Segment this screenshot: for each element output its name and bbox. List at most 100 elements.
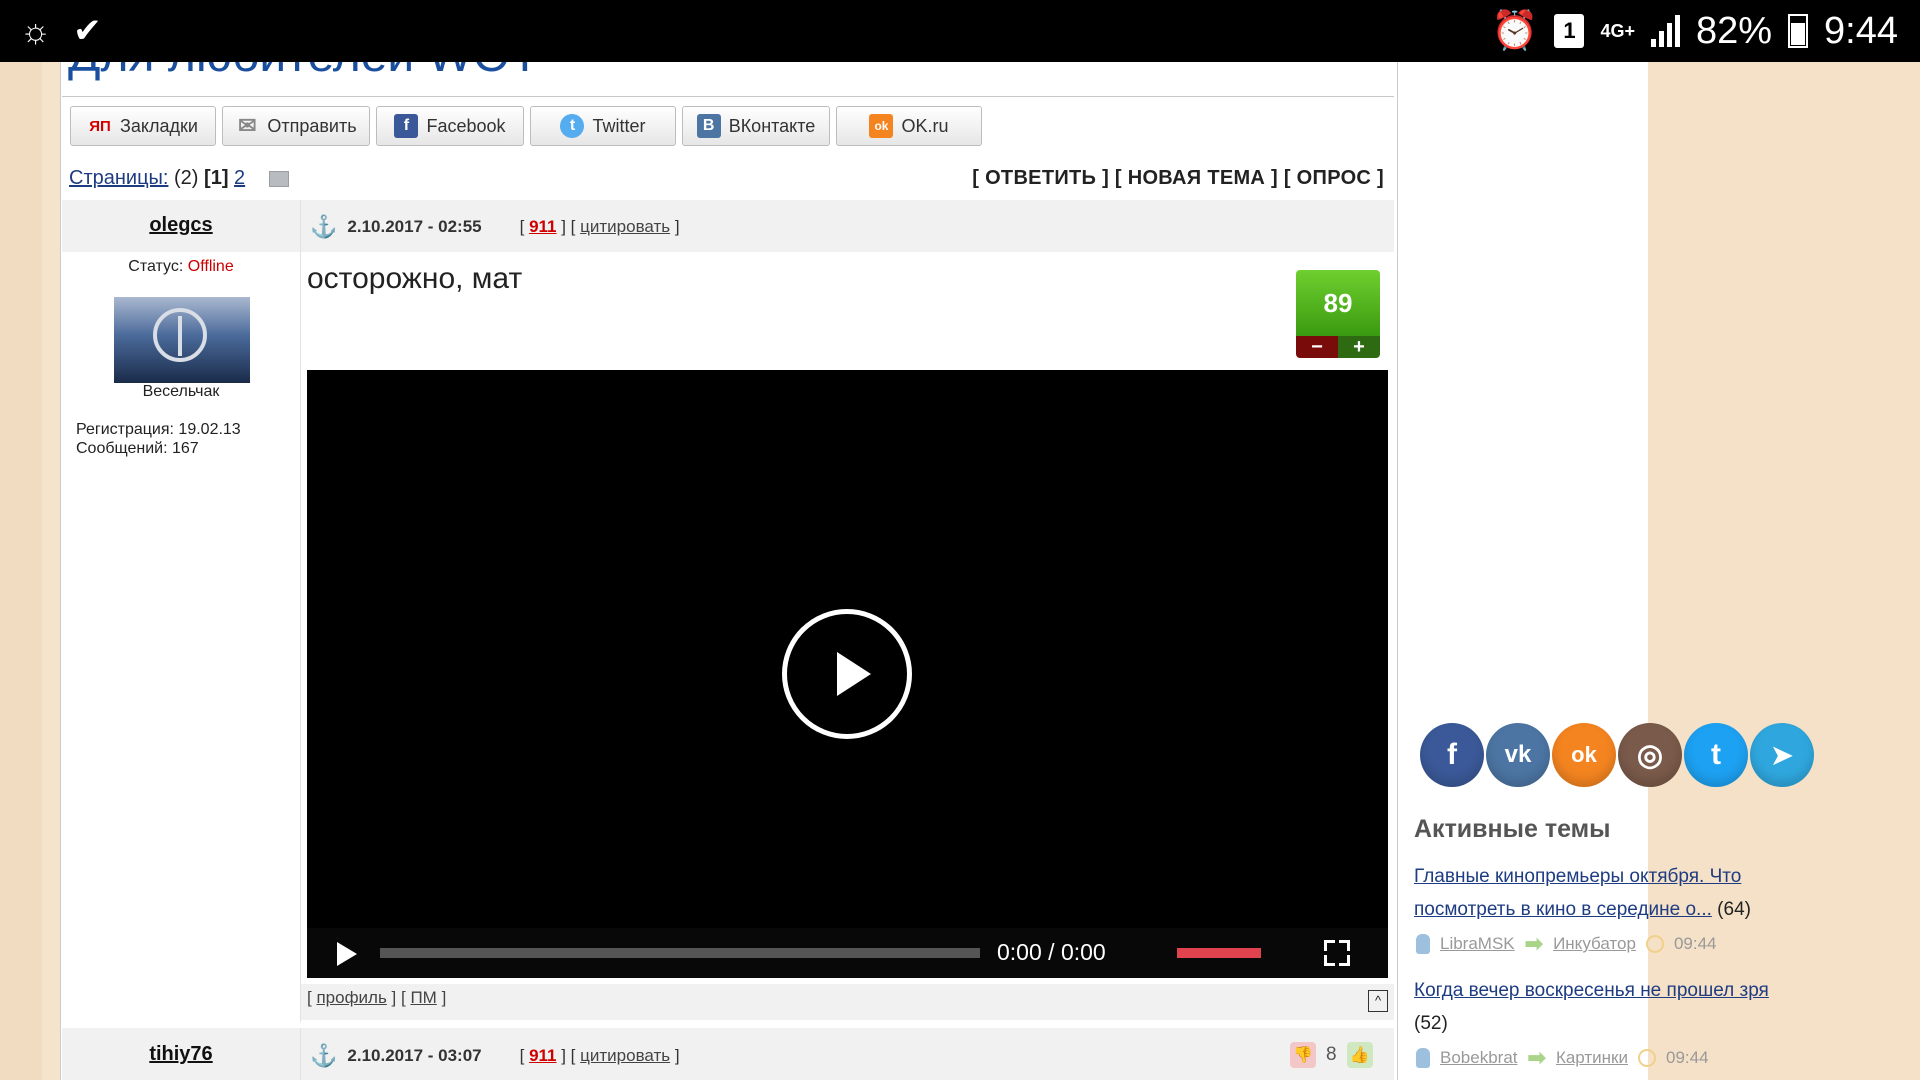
video-progress-bar[interactable] <box>380 948 980 958</box>
arrow-right-icon: ➡ <box>1524 931 1544 956</box>
send-button[interactable]: ✉ Отправить <box>222 106 370 146</box>
odnoklassniki-icon[interactable]: ok <box>1552 723 1616 787</box>
divider <box>62 96 1394 97</box>
column-divider <box>300 1028 301 1080</box>
pm-link[interactable]: ПМ <box>410 988 436 1007</box>
bookmarks-button[interactable]: ЯП Закладки <box>70 106 216 146</box>
vk-icon: В <box>696 114 721 138</box>
clock: 9:44 <box>1824 9 1898 52</box>
post-author[interactable]: olegcs <box>62 214 300 237</box>
facebook-icon[interactable]: f <box>1420 723 1484 787</box>
post-number-link[interactable]: 911 <box>529 217 556 236</box>
anchor-icon[interactable]: ⚓ <box>310 214 337 240</box>
profile-link[interactable]: профиль <box>316 988 386 1007</box>
user-status: Статус: Offline <box>128 258 234 275</box>
telegram-icon[interactable]: ➤ <box>1750 723 1814 787</box>
mercedes-logo-icon <box>153 308 207 362</box>
rate-up-button[interactable]: + <box>1338 336 1380 358</box>
clock-icon <box>1637 1049 1656 1067</box>
facebook-share-button[interactable]: f Facebook <box>376 106 524 146</box>
post-text: осторожно, мат <box>307 262 523 295</box>
video-player[interactable]: 0:00 / 0:00 <box>307 370 1388 978</box>
topic-time: 09:44 <box>1665 1048 1709 1067</box>
thumbs-up-icon[interactable]: 👍 <box>1346 1042 1373 1068</box>
avatar[interactable] <box>114 297 250 383</box>
twitter-icon: t <box>560 114 585 138</box>
video-controls: 0:00 / 0:00 <box>307 928 1388 978</box>
instagram-icon[interactable]: ◎ <box>1618 723 1682 787</box>
user-info: Регистрация: 19.02.13 Сообщений: 167 <box>76 420 241 458</box>
twitter-icon[interactable]: t <box>1684 723 1748 787</box>
topic-user-link[interactable]: Bobekbrat <box>1440 1048 1518 1068</box>
social-links: f vk ok ◎ t ➤ <box>1420 723 1814 787</box>
anchor-icon[interactable]: ⚓ <box>310 1043 337 1069</box>
post-footer-row <box>301 984 1394 1020</box>
rate-down-button[interactable]: − <box>1296 336 1338 358</box>
pages-link[interactable]: Страницы: <box>69 167 168 189</box>
twitter-share-button[interactable]: t Twitter <box>530 106 676 146</box>
page-margin-right <box>1648 62 1920 1080</box>
topic-link[interactable]: Главные кинопремьеры октября. Что посмот… <box>1414 866 1741 920</box>
page-2-link[interactable]: 2 <box>234 167 245 189</box>
weather-icon: ☼ <box>20 11 52 50</box>
topic-item: Когда вечер воскресенья не прошел зря (5… <box>1414 974 1834 1040</box>
post-meta-2: ⚓ 2.10.2017 - 03:07 [ 911 ] [ цитировать… <box>310 1043 680 1069</box>
post-number-link-2[interactable]: 911 <box>529 1046 556 1065</box>
active-topics-heading: Активные темы <box>1414 815 1611 843</box>
topic-item: Главные кинопремьеры октября. Что посмот… <box>1414 860 1834 926</box>
fullscreen-icon[interactable] <box>1324 940 1350 966</box>
quote-link-2[interactable]: цитировать <box>580 1046 670 1065</box>
topic-actions[interactable]: [ ОТВЕТИТЬ ] [ НОВАЯ ТЕМА ] [ ОПРОС ] <box>972 167 1384 190</box>
battery-icon <box>1788 14 1809 48</box>
post-author-2[interactable]: tihiy76 <box>62 1043 300 1066</box>
clock-icon <box>1645 935 1664 953</box>
sim-badge: 1 <box>1554 14 1585 48</box>
play-icon[interactable] <box>337 942 357 966</box>
battery-percent: 82% <box>1695 9 1773 52</box>
topic-meta: Bobekbrat ➡ Картинки 09:44 <box>1416 1045 1709 1071</box>
topic-meta: LibraMSK ➡ Инкубатор 09:44 <box>1416 931 1716 957</box>
topic-count: (64) <box>1717 899 1751 920</box>
odnoklassniki-icon: ok <box>869 114 894 138</box>
user-icon <box>1416 934 1430 954</box>
pager-row: Страницы: (2) [1] 2 [ ОТВЕТИТЬ ] [ НОВАЯ… <box>62 162 1394 196</box>
status-offline: Offline <box>187 258 234 275</box>
topic-category-link[interactable]: Картинки <box>1556 1048 1628 1068</box>
post-meta: ⚓ 2.10.2017 - 02:55 [ 911 ] [ цитировать… <box>310 214 680 240</box>
post-date-2: 2.10.2017 - 03:07 <box>347 1046 482 1065</box>
signal-icon <box>1650 15 1680 47</box>
topic-category-link[interactable]: Инкубатор <box>1553 934 1636 954</box>
post-date: 2.10.2017 - 02:55 <box>347 217 482 236</box>
system-status-bar: ☼ ✔ ⏰ 1 4G+ 82% 9:44 <box>0 0 1920 62</box>
scroll-top-icon[interactable]: ^ <box>1368 990 1388 1012</box>
arrow-right-icon: ➡ <box>1527 1045 1546 1070</box>
share-bar: ЯП Закладки ✉ Отправить f Facebook t Twi… <box>70 106 982 146</box>
ok-share-button[interactable]: ok OK.ru <box>836 106 982 146</box>
network-type: 4G+ <box>1600 21 1635 41</box>
play-icon-large[interactable] <box>782 609 912 739</box>
current-page: [1] <box>204 167 229 189</box>
vk-share-button[interactable]: В ВКонтакте <box>682 106 830 146</box>
rating-widget-2: 👎 8 👍 <box>1290 1042 1373 1068</box>
topic-time: 09:44 <box>1673 934 1717 953</box>
thumbs-down-icon[interactable]: 👎 <box>1290 1042 1316 1068</box>
facebook-icon: f <box>394 114 419 138</box>
user-rank: Весельчак <box>142 383 220 400</box>
page-margin <box>0 62 42 1080</box>
topic-user-link[interactable]: LibraMSK <box>1440 934 1515 954</box>
alarm-icon: ⏰ <box>1491 10 1539 52</box>
subscribe-icon[interactable] <box>268 170 289 187</box>
sidebar-background <box>1396 62 1648 1080</box>
volume-slider[interactable] <box>1177 948 1261 958</box>
rating-widget: 89 − + <box>1296 270 1380 362</box>
video-time: 0:00 / 0:00 <box>997 939 1106 965</box>
topic-count: (52) <box>1414 1013 1448 1034</box>
topic-link[interactable]: Когда вечер воскресенья не прошел зря <box>1414 980 1769 1001</box>
rating-value: 89 <box>1296 270 1380 336</box>
envelope-icon: ✉ <box>238 113 257 138</box>
quote-link[interactable]: цитировать <box>580 217 670 236</box>
registration-date: Регистрация: 19.02.13 <box>76 421 241 438</box>
vk-icon[interactable]: vk <box>1486 723 1550 787</box>
column-divider <box>300 200 301 1022</box>
checkmark-icon: ✔ <box>73 12 102 50</box>
